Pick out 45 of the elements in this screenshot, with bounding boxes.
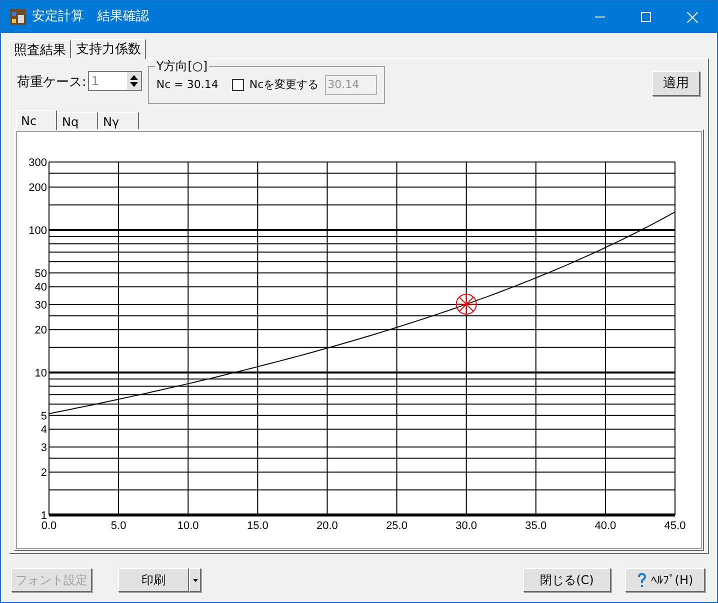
y-axis-label: 300 (28, 157, 47, 169)
x-axis-label: 40.0 (594, 520, 616, 532)
x-axis-label: 35.0 (525, 520, 547, 532)
load-case-label: 荷重ケース: (17, 74, 86, 92)
x-axis-label: 10.0 (177, 520, 199, 532)
group-title: Y方向[○] (155, 58, 209, 74)
print-button[interactable]: 印刷 (118, 568, 189, 592)
x-axis-label: 5.0 (110, 520, 126, 532)
tab[interactable]: Nc (16, 110, 57, 130)
apply-button[interactable]: 適用 (652, 71, 700, 96)
y-axis-label: 5 (40, 410, 47, 422)
tab[interactable]: 照査結果 (9, 40, 71, 58)
y-axis-label: 50 (34, 268, 47, 280)
window-title: 安定計算 結果確認 (32, 8, 149, 26)
caret-icon (192, 578, 198, 582)
tab[interactable]: Nγ (98, 112, 139, 129)
y-axis-label: 200 (28, 182, 47, 194)
x-axis-label: 15.0 (246, 520, 268, 532)
marker-icon (456, 294, 477, 315)
y-axis-label: 2 (40, 467, 47, 480)
nc-value: Nc = 30.14 (156, 76, 218, 93)
help-button[interactable]: ﾍﾙﾌﾟ(H) (625, 568, 705, 592)
print-menu-button[interactable] (189, 568, 201, 592)
x-axis-label: 45.0 (664, 520, 686, 532)
tab[interactable]: Nq (57, 112, 98, 129)
override-checkbox[interactable] (232, 79, 244, 91)
x-axis-label: 20.0 (316, 520, 338, 532)
close-dialog-button[interactable]: 閉じる(C) (523, 568, 611, 592)
y-axis-label: 30 (34, 300, 47, 312)
y-axis-label: 3 (40, 442, 47, 454)
help-icon (636, 572, 647, 588)
override-label: Ncを変更する (249, 76, 319, 93)
x-axis-label: 30.0 (456, 520, 478, 532)
close-icon (686, 12, 698, 22)
maximize-icon (641, 12, 651, 22)
y-axis-label: 40 (34, 282, 47, 294)
y-axis-label: 20 (34, 324, 47, 337)
y-axis-label: 10 (34, 368, 47, 380)
tab[interactable]: 支持力係数 (71, 39, 146, 59)
app-icon (10, 9, 26, 25)
x-axis-label: 25.0 (386, 520, 408, 532)
y-axis-label: 100 (28, 225, 47, 237)
x-axis-label: 0.0 (41, 520, 57, 532)
y-axis-label: 1 (40, 510, 47, 522)
y-axis-label: 4 (40, 424, 47, 436)
